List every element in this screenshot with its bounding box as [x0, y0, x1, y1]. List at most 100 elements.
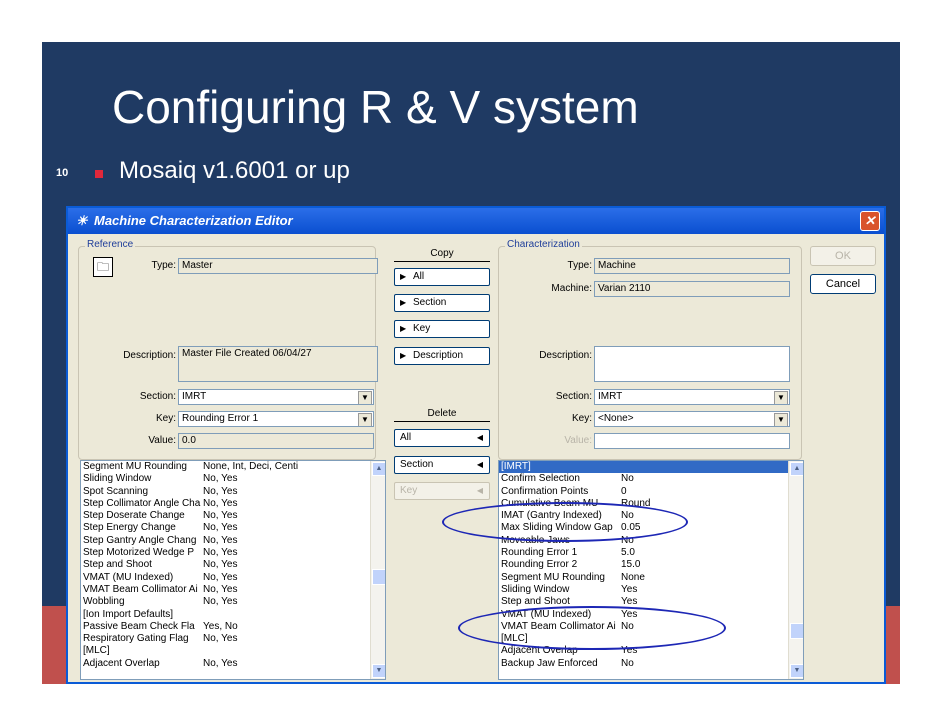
window-titlebar[interactable]: ☀ Machine Characterization Editor ✕	[68, 208, 884, 234]
reference-section-select[interactable]: IMRT ▼	[178, 389, 374, 405]
characterization-type-field: Machine	[594, 258, 790, 274]
list-item[interactable]: Step Gantry Angle Chang No, Yes	[81, 535, 385, 547]
chevron-down-icon: ▼	[358, 391, 372, 404]
reference-list[interactable]: Segment MU Rounding None, Int, Deci, Cent…	[80, 460, 386, 680]
copy-key-label: Key	[413, 323, 431, 334]
triangle-left-icon: ◀	[476, 460, 483, 469]
open-file-icon[interactable]: 🗀	[93, 257, 113, 277]
scroll-down-icon[interactable]: ▼	[372, 664, 385, 678]
list-item[interactable]: Segment MU Rounding None, Int, Deci, Cent…	[81, 461, 385, 473]
copy-all-button[interactable]: ▶ All	[394, 268, 490, 286]
copy-section-label: Section	[413, 297, 447, 308]
scroll-thumb[interactable]	[372, 569, 385, 585]
list-item-key: Step Doserate Change	[83, 510, 185, 522]
list-item[interactable]: Step Energy Change No, Yes	[81, 522, 385, 534]
reference-section-label: Section:	[139, 391, 176, 402]
list-item[interactable]: Sliding Window No, Yes	[81, 473, 385, 485]
list-item-value: No, Yes	[203, 596, 238, 608]
delete-all-button[interactable]: All ◀	[394, 429, 490, 447]
list-item[interactable]: Step Collimator Angle Cha No, Yes	[81, 498, 385, 510]
reference-scrollbar[interactable]: ▲ ▼	[370, 461, 385, 679]
list-item-key: Backup Jaw Enforced	[501, 657, 598, 669]
list-item-value: No	[621, 657, 634, 669]
list-item-key: VMAT (MU Indexed)	[83, 571, 174, 583]
list-item-value: No, Yes	[203, 657, 238, 669]
scroll-down-icon[interactable]: ▼	[790, 664, 803, 678]
list-item[interactable]: Respiratory Gating Flag No, Yes	[81, 633, 385, 645]
characterization-section-value: IMRT	[598, 391, 623, 402]
cancel-button[interactable]: Cancel	[810, 274, 876, 294]
reference-key-select[interactable]: Rounding Error 1 ▼	[178, 411, 374, 427]
list-item[interactable]: Confirm Selection No	[499, 473, 803, 485]
characterization-value-field[interactable]	[594, 433, 790, 449]
list-item-key: [MLC]	[83, 645, 110, 657]
reference-type-field: Master	[178, 258, 378, 274]
triangle-right-icon: ▶	[400, 351, 407, 360]
characterization-machine-field: Varian 2110	[594, 281, 790, 297]
ok-button[interactable]: OK	[810, 246, 876, 266]
list-item[interactable]: Sliding Window Yes	[499, 584, 803, 596]
list-item[interactable]: Step Doserate Change No, Yes	[81, 510, 385, 522]
triangle-left-icon: ◀	[476, 433, 483, 442]
characterization-section-select[interactable]: IMRT ▼	[594, 389, 790, 405]
scroll-thumb[interactable]	[790, 623, 803, 639]
list-item[interactable]: Segment MU Rounding None	[499, 572, 803, 584]
list-item-value: No	[621, 473, 634, 485]
list-item-key: VMAT Beam Collimator Ai	[83, 583, 198, 595]
list-item-value: No, Yes	[203, 559, 238, 571]
scroll-up-icon[interactable]: ▲	[372, 462, 385, 476]
characterization-section-label: Section:	[555, 391, 592, 402]
reference-type-label: Type:	[151, 260, 176, 271]
list-item-value: No, Yes	[203, 510, 238, 522]
delete-all-label: All	[400, 432, 412, 443]
list-item[interactable]: [Ion Import Defaults]	[81, 609, 385, 621]
list-item-key: Spot Scanning	[83, 485, 149, 497]
reference-description-field: Master File Created 06/04/27	[178, 346, 378, 382]
list-item-value: Yes, No	[203, 620, 238, 632]
list-item-value: 15.0	[621, 559, 641, 571]
list-item[interactable]: VMAT Beam Collimator Ai No, Yes	[81, 584, 385, 596]
list-item[interactable]: Wobbling No, Yes	[81, 596, 385, 608]
list-item-value: None, Int, Deci, Centi	[203, 461, 299, 472]
list-item-key: Respiratory Gating Flag	[83, 633, 189, 645]
delete-section-button[interactable]: Section ◀	[394, 456, 490, 474]
list-item[interactable]: VMAT (MU Indexed) No, Yes	[81, 572, 385, 584]
list-item-value: No, Yes	[203, 485, 238, 497]
list-item-key: Rounding Error 2	[501, 559, 578, 571]
list-item-key: Step Gantry Angle Chang	[83, 534, 197, 546]
annotation-ellipse-top	[442, 502, 688, 542]
triangle-left-icon: ◀	[476, 486, 483, 495]
list-item-key: Step Collimator Angle Cha	[83, 497, 201, 509]
list-item[interactable]: Step and Shoot No, Yes	[81, 559, 385, 571]
characterization-scrollbar[interactable]: ▲ ▼	[788, 461, 803, 679]
list-item[interactable]: Backup Jaw Enforced No	[499, 658, 803, 670]
scroll-up-icon[interactable]: ▲	[790, 462, 803, 476]
list-item[interactable]: Spot Scanning No, Yes	[81, 486, 385, 498]
triangle-right-icon: ▶	[400, 324, 407, 333]
copy-section-button[interactable]: ▶ Section	[394, 294, 490, 312]
list-item[interactable]: Passive Beam Check Fla Yes, No	[81, 621, 385, 633]
list-item-key: Rounding Error 1	[501, 547, 578, 559]
list-item[interactable]: Confirmation Points 0	[499, 486, 803, 498]
list-item-value: No, Yes	[203, 534, 238, 546]
copy-description-button[interactable]: ▶ Description	[394, 347, 490, 365]
list-item-key: Confirm Selection	[501, 473, 580, 485]
list-item-value: 0	[621, 485, 627, 497]
characterization-description-field[interactable]	[594, 346, 790, 382]
characterization-key-select[interactable]: <None> ▼	[594, 411, 790, 427]
list-item[interactable]: Step Motorized Wedge P No, Yes	[81, 547, 385, 559]
delete-key-button[interactable]: Key ◀	[394, 482, 490, 500]
list-item-key: [IMRT]	[501, 461, 531, 472]
list-item[interactable]: Rounding Error 1 5.0	[499, 547, 803, 559]
copy-key-button[interactable]: ▶ Key	[394, 320, 490, 338]
list-item[interactable]: [IMRT]	[499, 461, 803, 474]
close-icon[interactable]: ✕	[860, 211, 880, 231]
slide-bullet-text: Mosaiq v1.6001 or up	[119, 157, 350, 184]
list-item[interactable]: Adjacent Overlap No, Yes	[81, 658, 385, 670]
list-item[interactable]: Rounding Error 2 15.0	[499, 559, 803, 571]
characterization-value-label: Value:	[564, 435, 592, 446]
reference-value-label: Value:	[148, 435, 176, 446]
list-item[interactable]: [MLC]	[81, 645, 385, 657]
list-item-value: No, Yes	[203, 522, 238, 534]
list-item-value: No, Yes	[203, 571, 238, 583]
